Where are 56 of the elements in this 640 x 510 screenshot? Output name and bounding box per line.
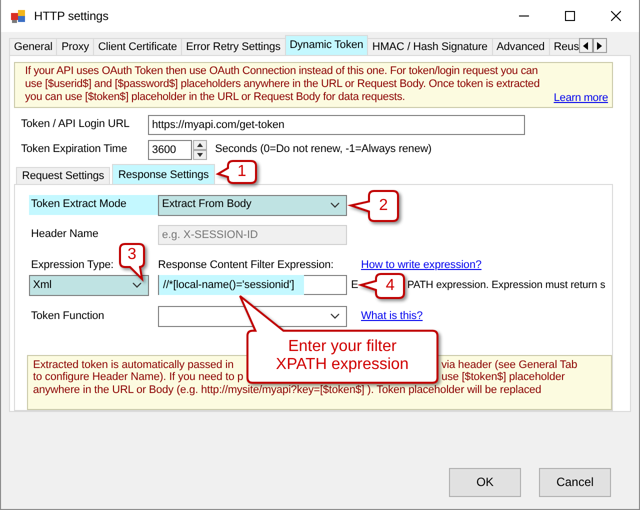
callout-number: 4 — [384, 277, 396, 296]
maximize-icon — [565, 11, 575, 21]
callout-number: 1 — [236, 162, 248, 181]
left-arrow-icon — [583, 42, 588, 50]
callout-text: Enter your filter XPATH expression — [274, 338, 410, 375]
close-icon — [611, 11, 621, 21]
tab[interactable]: Error Retry Settings — [180, 38, 286, 55]
dropdown[interactable] — [158, 306, 347, 327]
tab[interactable]: Request Settings — [16, 166, 110, 184]
hint-text: E — [351, 278, 358, 292]
field-label: Header Name — [30, 228, 100, 242]
field-label: Response Content Filter Expression: — [158, 258, 335, 272]
up-arrow-icon — [197, 142, 203, 147]
help-link[interactable]: What is this? — [361, 310, 423, 323]
callout-number: 2 — [378, 196, 389, 215]
info-text: Extracted token is automatically passed in — [33, 358, 234, 372]
scroll-right-button[interactable] — [592, 38, 607, 53]
chevron-icon — [330, 202, 340, 208]
info-text: anywhere in the URL or Body (e.g. http://mysite/myapi?key=[$token$] ). Token placeholder will be replaced — [33, 384, 542, 397]
callout-bubble — [118, 242, 146, 281]
dropdown[interactable]: Extract From Body — [158, 194, 347, 216]
scroll-left-button[interactable] — [578, 38, 593, 53]
field-label: Token Extract Mode — [29, 195, 158, 215]
right-arrow-icon — [597, 42, 602, 50]
url-field[interactable]: https://myapi.com/get-token — [148, 114, 525, 135]
learn-more-link[interactable]: Learn more — [554, 92, 608, 106]
tab[interactable]: Dynamic Token — [284, 35, 368, 55]
info-text: use [$token$] placeholder — [441, 371, 565, 384]
chevron-icon — [330, 313, 340, 320]
spin-down-button[interactable] — [193, 150, 207, 160]
callout-number: 3 — [126, 246, 138, 265]
hint-text: Seconds (0=Do not renew, -1=Always renew) — [215, 142, 432, 156]
expression-field[interactable]: //*[local-name()='sessionid'] — [158, 275, 347, 296]
info-text: to configure Header Name). If you need to p — [33, 371, 244, 384]
number-field[interactable]: 3600 — [148, 140, 192, 160]
window-title: HTTP settings — [34, 8, 109, 24]
field-label: Token Expiration Time — [20, 142, 128, 156]
info-text: via header (see General Tab — [441, 358, 578, 372]
dialog-button[interactable]: OK — [449, 468, 521, 497]
down-arrow-icon — [197, 152, 203, 157]
help-link[interactable]: How to write expression? — [361, 258, 482, 272]
chevron-icon — [132, 282, 142, 288]
spin-up-button[interactable] — [193, 140, 207, 150]
callout-bubble — [349, 188, 400, 223]
dialog-button[interactable]: Cancel — [539, 468, 611, 497]
field-label: Token Function — [30, 310, 106, 323]
tab[interactable]: Proxy — [56, 38, 94, 55]
tab[interactable]: General — [9, 38, 58, 55]
tab[interactable]: HMAC / Hash Signature — [367, 38, 493, 55]
info-text: If your API uses OAuth Token then use OAuth Connection instead of this one. For token/login request you can use [$userid$] and [$password$] placeholders anywhere in the URL or Request Body. Once token is extracted you can use [$token$] placeholder in the URL or Request Body for data requests. — [25, 65, 541, 105]
hint-text: PATH expression. Expression must return s — [407, 278, 606, 292]
tab[interactable]: Response Settings — [112, 164, 215, 184]
field-label: Token / API Login URL — [20, 118, 131, 132]
app-icon — [10, 8, 26, 24]
dropdown[interactable]: Xml — [29, 274, 149, 296]
field-label: Expression Type: — [30, 258, 115, 272]
